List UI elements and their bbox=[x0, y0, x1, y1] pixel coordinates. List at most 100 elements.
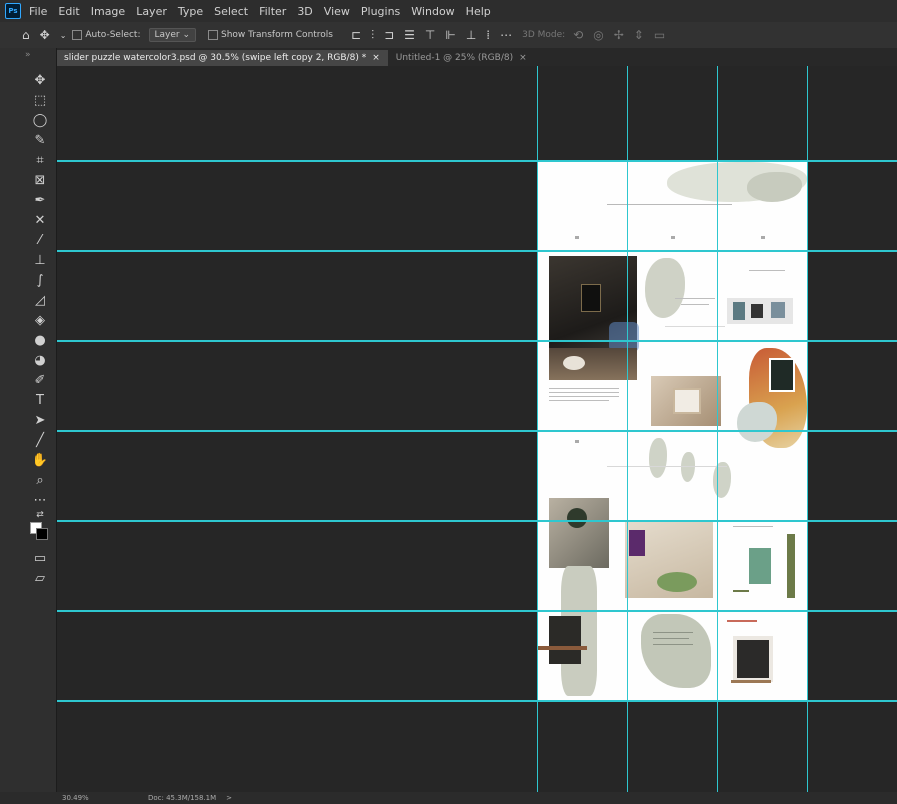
menu-select[interactable]: Select bbox=[214, 5, 248, 18]
eraser-tool-icon[interactable]: ◿ bbox=[30, 292, 50, 310]
frame-tool-icon[interactable]: ⊠ bbox=[30, 172, 50, 190]
close-icon[interactable]: × bbox=[372, 53, 380, 63]
eyedropper-tool-icon[interactable]: ✒ bbox=[30, 192, 50, 210]
background-color-swatch[interactable] bbox=[36, 528, 48, 540]
history-brush-tool-icon[interactable]: ∫ bbox=[30, 272, 50, 290]
canvas-workspace[interactable] bbox=[57, 66, 897, 792]
move-tool-icon[interactable]: ✥ bbox=[30, 72, 50, 90]
align-right-icon[interactable]: ⊐ bbox=[384, 28, 394, 42]
menu-window[interactable]: Window bbox=[411, 5, 454, 18]
guide-vertical[interactable] bbox=[627, 66, 628, 792]
guide-horizontal[interactable] bbox=[57, 520, 897, 522]
pen-tool-icon[interactable]: ✐ bbox=[30, 372, 50, 390]
layer-select-dropdown[interactable]: Layer ⌄ bbox=[148, 28, 196, 42]
product-item bbox=[733, 302, 745, 320]
status-menu-arrow-icon[interactable]: > bbox=[226, 794, 232, 802]
header-text-line bbox=[607, 204, 732, 205]
dot-marker bbox=[575, 236, 579, 239]
dot-marker bbox=[575, 440, 579, 443]
photoshop-logo-icon: Ps bbox=[5, 3, 21, 19]
align-left-icon[interactable]: ⊏ bbox=[351, 28, 361, 42]
menu-image[interactable]: Image bbox=[91, 5, 125, 18]
close-icon[interactable]: × bbox=[519, 53, 527, 63]
path-selection-tool-icon[interactable]: ➤ bbox=[30, 412, 50, 430]
product-item bbox=[771, 302, 785, 318]
menu-bar: Ps File Edit Image Layer Type Select Fil… bbox=[0, 0, 897, 22]
status-bar: 30.49% Doc: 45.3M/158.1M > bbox=[0, 792, 897, 804]
3d-slide-icon[interactable]: ⇕ bbox=[634, 28, 644, 42]
3d-scale-icon[interactable]: ▭ bbox=[654, 28, 665, 42]
crop-tool-icon[interactable]: ⌗ bbox=[30, 152, 50, 170]
menu-3d[interactable]: 3D bbox=[297, 5, 312, 18]
guide-vertical[interactable] bbox=[537, 66, 538, 792]
transform-controls-option[interactable]: Show Transform Controls bbox=[208, 30, 333, 40]
tab-document-untitled[interactable]: Untitled-1 @ 25% (RGB/8) × bbox=[388, 50, 535, 66]
type-tool-icon[interactable]: T bbox=[30, 392, 50, 410]
marquee-tool-icon[interactable]: ⬚ bbox=[30, 92, 50, 110]
tab-document-active[interactable]: slider puzzle watercolor3.psd @ 30.5% (s… bbox=[56, 50, 388, 66]
panel-grip-icon[interactable]: » bbox=[25, 50, 31, 60]
text-line bbox=[749, 270, 785, 271]
brush-tool-icon[interactable]: ⁄ bbox=[30, 232, 50, 250]
plant bbox=[567, 508, 587, 528]
home-icon[interactable]: ⌂ bbox=[22, 28, 30, 42]
healing-brush-tool-icon[interactable]: ✕ bbox=[30, 212, 50, 230]
watercolor-leaf bbox=[681, 452, 695, 482]
distribute-center-icon[interactable]: ⊩ bbox=[445, 28, 455, 42]
lasso-tool-icon[interactable]: ◯ bbox=[30, 112, 50, 130]
transform-controls-label: Show Transform Controls bbox=[221, 30, 333, 40]
align-vertical-icon[interactable]: ☰ bbox=[404, 28, 415, 42]
3d-roll-icon[interactable]: ◎ bbox=[593, 28, 603, 42]
dodge-tool-icon[interactable]: ◕ bbox=[30, 352, 50, 370]
quick-selection-tool-icon[interactable]: ✎ bbox=[30, 132, 50, 150]
guide-horizontal[interactable] bbox=[57, 340, 897, 342]
guide-horizontal[interactable] bbox=[57, 700, 897, 702]
move-tool-icon[interactable]: ✥ bbox=[40, 28, 50, 42]
zoom-tool-icon[interactable]: ⌕ bbox=[30, 472, 50, 490]
line-tool-icon[interactable]: ╱ bbox=[30, 432, 50, 450]
guide-horizontal[interactable] bbox=[57, 250, 897, 252]
transform-controls-checkbox[interactable] bbox=[208, 30, 218, 40]
distribute-top-icon[interactable]: ⊤ bbox=[425, 28, 435, 42]
more-options-icon[interactable]: ⋯ bbox=[500, 28, 512, 42]
guide-horizontal[interactable] bbox=[57, 610, 897, 612]
menu-view[interactable]: View bbox=[324, 5, 350, 18]
3d-mode-label: 3D Mode: bbox=[522, 30, 566, 40]
guide-vertical[interactable] bbox=[807, 66, 808, 792]
align-center-icon[interactable]: ⫶ bbox=[371, 28, 374, 43]
guide-vertical[interactable] bbox=[717, 66, 718, 792]
frame-in-photo bbox=[769, 358, 795, 392]
3d-rotate-icon[interactable]: ⟲ bbox=[573, 28, 583, 42]
blur-tool-icon[interactable]: ● bbox=[30, 332, 50, 350]
auto-select-option[interactable]: Auto-Select: bbox=[72, 30, 141, 40]
quick-mask-icon[interactable]: ▭ bbox=[30, 550, 50, 568]
product-item bbox=[751, 304, 763, 318]
menu-file[interactable]: File bbox=[29, 5, 47, 18]
round-table bbox=[563, 356, 585, 370]
menu-plugins[interactable]: Plugins bbox=[361, 5, 400, 18]
desk-photo bbox=[549, 616, 581, 664]
guide-horizontal[interactable] bbox=[57, 160, 897, 162]
menu-edit[interactable]: Edit bbox=[58, 5, 79, 18]
document-size: Doc: 45.3M/158.1M bbox=[148, 794, 217, 802]
text-line bbox=[653, 638, 689, 639]
distribute-bottom-icon[interactable]: ⊥ bbox=[466, 28, 476, 42]
frame-in-photo bbox=[673, 388, 701, 414]
gradient-tool-icon[interactable]: ◈ bbox=[30, 312, 50, 330]
auto-select-checkbox[interactable] bbox=[72, 30, 83, 40]
menu-layer[interactable]: Layer bbox=[136, 5, 167, 18]
hand-tool-icon[interactable]: ✋ bbox=[30, 452, 50, 470]
zoom-level[interactable]: 30.49% bbox=[62, 794, 102, 802]
menu-type[interactable]: Type bbox=[178, 5, 203, 18]
frame-in-photo bbox=[581, 284, 601, 312]
artboard[interactable] bbox=[537, 162, 807, 702]
guide-horizontal[interactable] bbox=[57, 430, 897, 432]
distribute-spacing-icon[interactable]: ⁞ bbox=[486, 28, 490, 42]
menu-help[interactable]: Help bbox=[466, 5, 491, 18]
text-line bbox=[549, 396, 619, 397]
tool-preset-chevron-icon[interactable]: ⌄ bbox=[60, 31, 67, 40]
menu-filter[interactable]: Filter bbox=[259, 5, 286, 18]
screen-mode-icon[interactable]: ▱ bbox=[30, 570, 50, 588]
3d-drag-icon[interactable]: ✢ bbox=[614, 28, 624, 42]
clone-stamp-tool-icon[interactable]: ⊥ bbox=[30, 252, 50, 270]
